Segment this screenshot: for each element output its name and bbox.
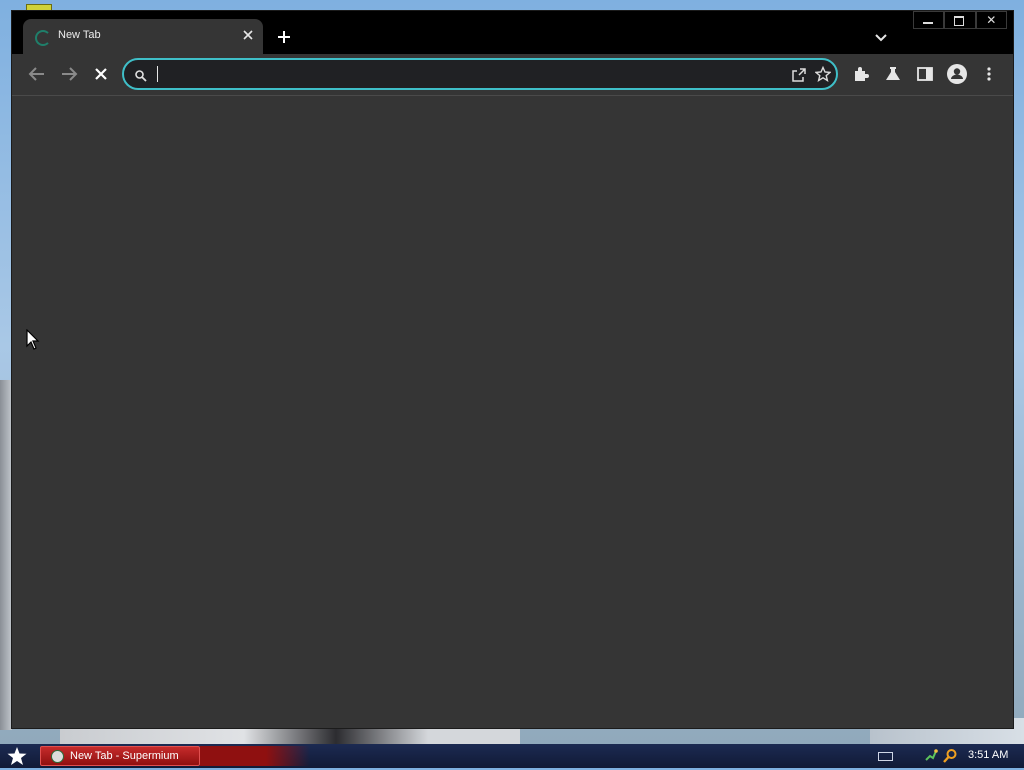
avatar-icon[interactable] xyxy=(946,63,968,85)
tab-new-tab[interactable]: New Tab xyxy=(23,19,263,54)
minimize-button[interactable] xyxy=(913,11,945,29)
taskbar-item-label: New Tab - Supermium xyxy=(70,750,179,762)
forward-button[interactable] xyxy=(57,62,81,86)
search-icon xyxy=(134,68,148,82)
text-caret xyxy=(157,66,158,82)
window-controls: ✕ xyxy=(913,11,1007,29)
kebab-menu-icon[interactable] xyxy=(980,65,998,83)
page-content-area[interactable] xyxy=(12,96,1013,728)
bookmark-star-icon[interactable] xyxy=(814,65,832,82)
browser-toolbar xyxy=(12,54,1013,95)
mouse-pointer-icon xyxy=(26,328,40,351)
maximize-button[interactable] xyxy=(944,11,976,29)
network-icon[interactable] xyxy=(924,748,938,764)
tab-title: New Tab xyxy=(58,29,101,41)
address-bar[interactable] xyxy=(122,58,838,90)
search-icon[interactable] xyxy=(942,748,958,764)
tab-search-chevron-down-icon[interactable] xyxy=(874,28,896,46)
keyboard-icon[interactable] xyxy=(878,752,893,761)
side-panel-icon[interactable] xyxy=(916,65,934,83)
tab-close-icon[interactable] xyxy=(239,26,257,44)
back-button[interactable] xyxy=(25,62,49,86)
close-window-button[interactable]: ✕ xyxy=(975,11,1007,29)
loading-spinner-icon xyxy=(35,30,51,46)
system-clock[interactable]: 3:51 AM xyxy=(968,749,1008,761)
start-button-star-icon[interactable] xyxy=(6,746,28,766)
taskbar-decoration xyxy=(200,746,310,766)
taskbar-item-supermium[interactable]: New Tab - Supermium xyxy=(40,746,200,766)
new-tab-button[interactable] xyxy=(273,26,295,48)
flask-icon[interactable] xyxy=(884,65,902,83)
taskbar: New Tab - Supermium 3:51 AM xyxy=(0,744,1024,768)
stop-loading-button[interactable] xyxy=(89,62,113,86)
title-bar[interactable]: New Tab ✕ xyxy=(12,11,1013,54)
browser-window: New Tab ✕ xyxy=(11,10,1014,729)
address-input[interactable] xyxy=(156,64,780,86)
supermium-icon xyxy=(51,750,64,763)
puzzle-icon[interactable] xyxy=(852,65,870,83)
share-icon[interactable] xyxy=(791,67,807,83)
